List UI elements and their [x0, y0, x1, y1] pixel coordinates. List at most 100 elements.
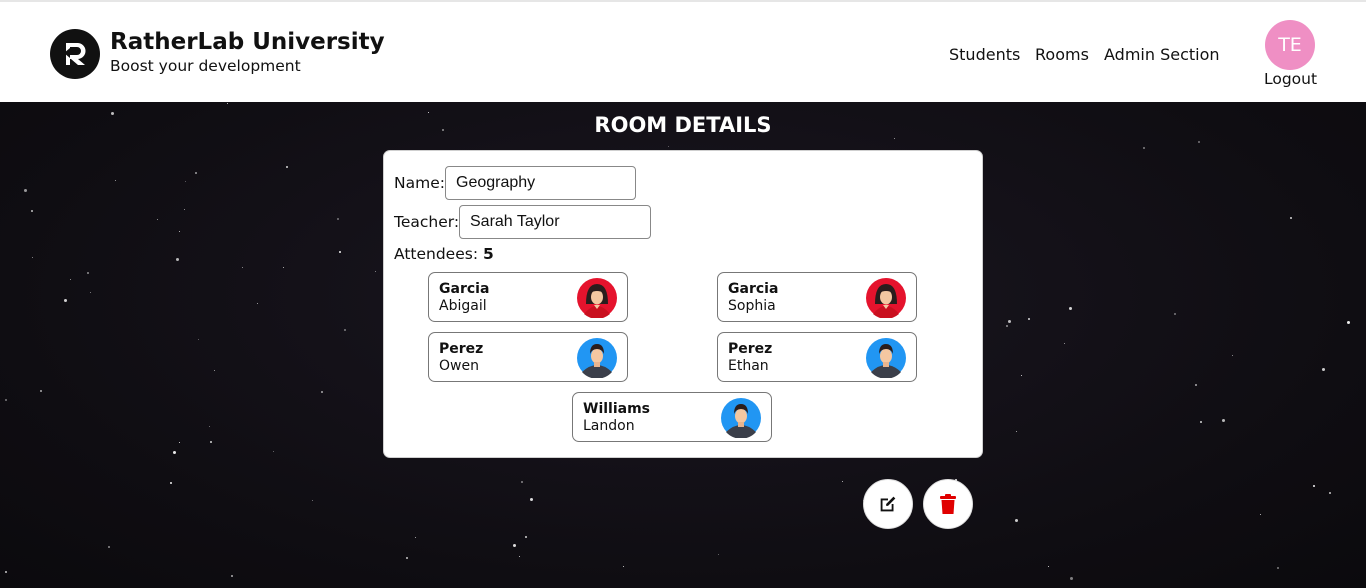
- star: [668, 146, 669, 147]
- page-title: ROOM DETAILS: [594, 113, 772, 137]
- student-last-name: Garcia: [439, 281, 490, 297]
- star: [195, 172, 197, 174]
- star: [521, 481, 523, 483]
- star: [210, 441, 212, 443]
- student-card[interactable]: Perez Owen: [428, 332, 628, 382]
- student-card[interactable]: Garcia Sophia: [717, 272, 917, 322]
- attendees-count: 5: [483, 245, 494, 263]
- student-card[interactable]: Perez Ethan: [717, 332, 917, 382]
- star: [170, 482, 172, 484]
- star: [32, 257, 33, 258]
- star: [1016, 431, 1017, 432]
- student-first-name: Abigail: [439, 298, 487, 314]
- nav-students[interactable]: Students: [949, 45, 1020, 64]
- star: [513, 544, 516, 547]
- student-last-name: Perez: [728, 341, 773, 357]
- room-name-input[interactable]: [445, 166, 636, 200]
- star: [375, 271, 376, 272]
- star: [87, 272, 89, 274]
- star: [286, 166, 288, 168]
- star: [519, 556, 520, 557]
- star: [5, 571, 7, 573]
- student-last-name: Garcia: [728, 281, 779, 297]
- star: [1028, 318, 1030, 320]
- star: [108, 546, 110, 548]
- star: [1195, 384, 1197, 386]
- star: [1015, 519, 1018, 522]
- male-avatar-icon: [721, 398, 761, 438]
- star: [1347, 321, 1350, 324]
- star: [90, 292, 91, 293]
- star: [227, 103, 228, 104]
- student-first-name: Ethan: [728, 358, 769, 374]
- student-first-name: Landon: [583, 418, 635, 434]
- star: [231, 575, 233, 577]
- star: [718, 554, 719, 555]
- male-avatar-icon: [577, 338, 617, 378]
- star: [1021, 375, 1022, 376]
- star: [273, 451, 274, 452]
- star: [415, 537, 416, 538]
- star: [24, 189, 27, 192]
- star: [842, 481, 843, 482]
- star: [1329, 492, 1331, 494]
- star: [623, 566, 624, 567]
- star: [31, 210, 33, 212]
- star: [184, 209, 185, 210]
- star: [1232, 355, 1233, 356]
- star: [344, 329, 346, 331]
- trash-icon: [940, 494, 956, 514]
- student-card[interactable]: Garcia Abigail: [428, 272, 628, 322]
- delete-button[interactable]: [923, 479, 973, 529]
- star: [1069, 307, 1072, 310]
- star: [283, 267, 284, 268]
- attendees-row: Attendees: 5: [394, 245, 494, 263]
- star: [1064, 343, 1065, 344]
- star: [198, 339, 199, 340]
- ratherlab-logo-icon: [64, 42, 86, 65]
- star: [337, 218, 339, 220]
- student-first-name: Owen: [439, 358, 479, 374]
- user-avatar[interactable]: TE: [1265, 20, 1315, 70]
- student-last-name: Perez: [439, 341, 484, 357]
- star: [1260, 514, 1261, 515]
- header: RatherLab University Boost your developm…: [0, 0, 1366, 102]
- star: [1198, 141, 1200, 143]
- brand-title: RatherLab University: [110, 29, 385, 55]
- star: [1222, 419, 1225, 422]
- student-card[interactable]: Williams Landon: [572, 392, 772, 442]
- star: [185, 181, 186, 182]
- star: [339, 251, 341, 253]
- star: [1313, 485, 1315, 487]
- nav-admin-section[interactable]: Admin Section: [1104, 45, 1220, 64]
- star: [157, 219, 158, 220]
- star: [64, 299, 67, 302]
- star: [321, 391, 323, 393]
- star: [1008, 320, 1011, 323]
- attendees-label: Attendees:: [394, 245, 479, 263]
- star: [179, 442, 180, 443]
- name-label: Name:: [394, 174, 445, 192]
- star: [530, 498, 533, 501]
- star: [1290, 217, 1292, 219]
- star: [40, 390, 42, 392]
- teacher-input[interactable]: [459, 205, 651, 239]
- star: [70, 279, 71, 280]
- female-avatar-icon: [866, 278, 906, 318]
- logo[interactable]: [50, 29, 100, 79]
- star: [1070, 577, 1073, 580]
- male-avatar-icon: [866, 338, 906, 378]
- star: [115, 180, 116, 181]
- star: [242, 267, 243, 268]
- teacher-label: Teacher:: [394, 213, 460, 231]
- logout-link[interactable]: Logout: [1264, 70, 1317, 88]
- star: [1048, 566, 1049, 567]
- edit-icon: [880, 496, 896, 512]
- edit-button[interactable]: [863, 479, 913, 529]
- star: [1200, 421, 1202, 423]
- female-avatar-icon: [577, 278, 617, 318]
- star: [1322, 368, 1325, 371]
- star: [209, 426, 210, 427]
- star: [214, 370, 215, 371]
- nav-rooms[interactable]: Rooms: [1035, 45, 1089, 64]
